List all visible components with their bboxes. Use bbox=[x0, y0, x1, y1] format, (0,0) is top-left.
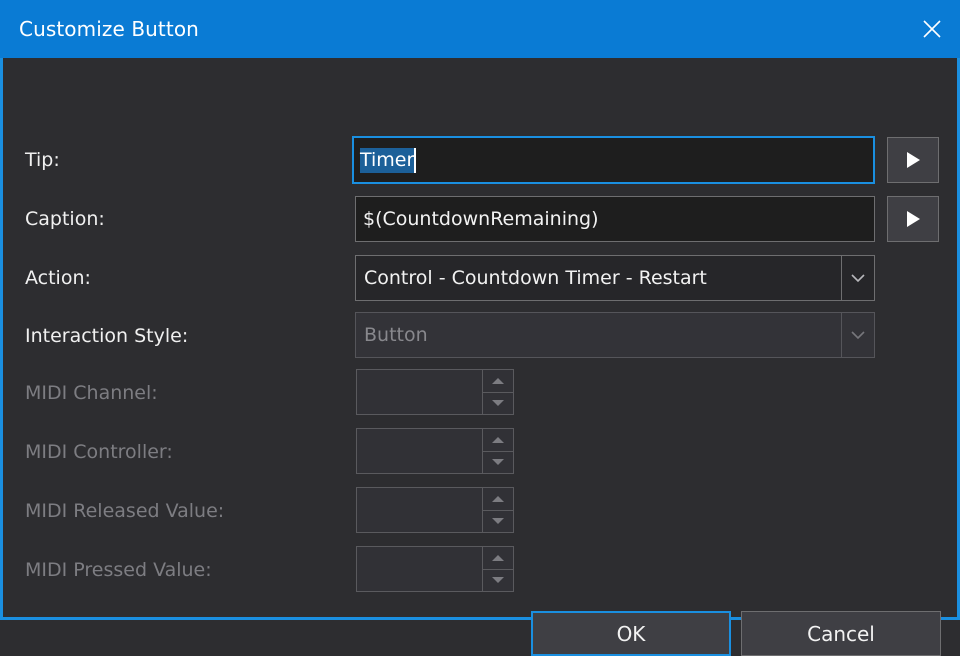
midi-pressed-value-stepper bbox=[356, 546, 514, 592]
stepper-buttons bbox=[482, 370, 513, 414]
triangle-down-icon bbox=[483, 452, 513, 474]
action-dropdown-value: Control - Countdown Timer - Restart bbox=[364, 267, 707, 289]
triangle-down-icon bbox=[483, 570, 513, 592]
close-window-button[interactable] bbox=[904, 0, 960, 58]
interaction-style-dropdown: Button bbox=[355, 312, 875, 358]
midi-released-value-value bbox=[357, 488, 482, 532]
midi-channel-stepper bbox=[356, 369, 514, 415]
ok-button-label: OK bbox=[616, 621, 646, 646]
ok-button[interactable]: OK bbox=[531, 611, 731, 656]
caption-label: Caption: bbox=[25, 208, 105, 230]
action-dropdown[interactable]: Control - Countdown Timer - Restart bbox=[355, 255, 875, 301]
stepper-buttons bbox=[482, 429, 513, 473]
midi-channel-label: MIDI Channel: bbox=[25, 382, 158, 404]
close-x-icon bbox=[919, 16, 945, 42]
tip-label: Tip: bbox=[25, 149, 60, 171]
title-bar: Customize Button bbox=[0, 0, 960, 58]
chevron-down-icon[interactable] bbox=[841, 256, 874, 300]
midi-pressed-value-label: MIDI Pressed Value: bbox=[25, 559, 212, 581]
caption-input[interactable]: $(CountdownRemaining) bbox=[355, 196, 875, 242]
chevron-down-icon bbox=[841, 313, 874, 357]
interaction-style-label: Interaction Style: bbox=[25, 325, 189, 347]
midi-released-value-stepper bbox=[356, 487, 514, 533]
midi-controller-value bbox=[357, 429, 482, 473]
interaction-style-dropdown-value: Button bbox=[364, 324, 428, 346]
tip-expand-button[interactable] bbox=[887, 137, 939, 183]
text-caret bbox=[414, 147, 417, 173]
midi-controller-label: MIDI Controller: bbox=[25, 441, 173, 463]
window-title: Customize Button bbox=[19, 17, 199, 41]
tip-input-value: Timer bbox=[360, 147, 415, 173]
action-label: Action: bbox=[25, 267, 91, 289]
dialog-body: Tip: Timer Caption: $(CountdownRemaining… bbox=[3, 58, 957, 656]
triangle-up-icon bbox=[483, 370, 513, 393]
midi-channel-value bbox=[357, 370, 482, 414]
midi-pressed-value-value bbox=[357, 547, 482, 591]
triangle-down-icon bbox=[483, 511, 513, 533]
cancel-button[interactable]: Cancel bbox=[741, 611, 941, 656]
stepper-buttons bbox=[482, 547, 513, 591]
cancel-button-label: Cancel bbox=[807, 621, 875, 646]
triangle-up-icon bbox=[483, 488, 513, 511]
caption-input-value: $(CountdownRemaining) bbox=[363, 208, 599, 230]
customize-button-dialog: Customize Button Tip: Timer Caption: $(C… bbox=[0, 0, 960, 656]
caption-expand-button[interactable] bbox=[887, 196, 939, 242]
play-triangle-icon bbox=[904, 150, 922, 170]
stepper-buttons bbox=[482, 488, 513, 532]
midi-controller-stepper bbox=[356, 428, 514, 474]
triangle-up-icon bbox=[483, 547, 513, 570]
midi-released-value-label: MIDI Released Value: bbox=[25, 500, 225, 522]
play-triangle-icon bbox=[904, 209, 922, 229]
tip-input[interactable]: Timer bbox=[352, 136, 875, 184]
triangle-down-icon bbox=[483, 393, 513, 415]
triangle-up-icon bbox=[483, 429, 513, 452]
